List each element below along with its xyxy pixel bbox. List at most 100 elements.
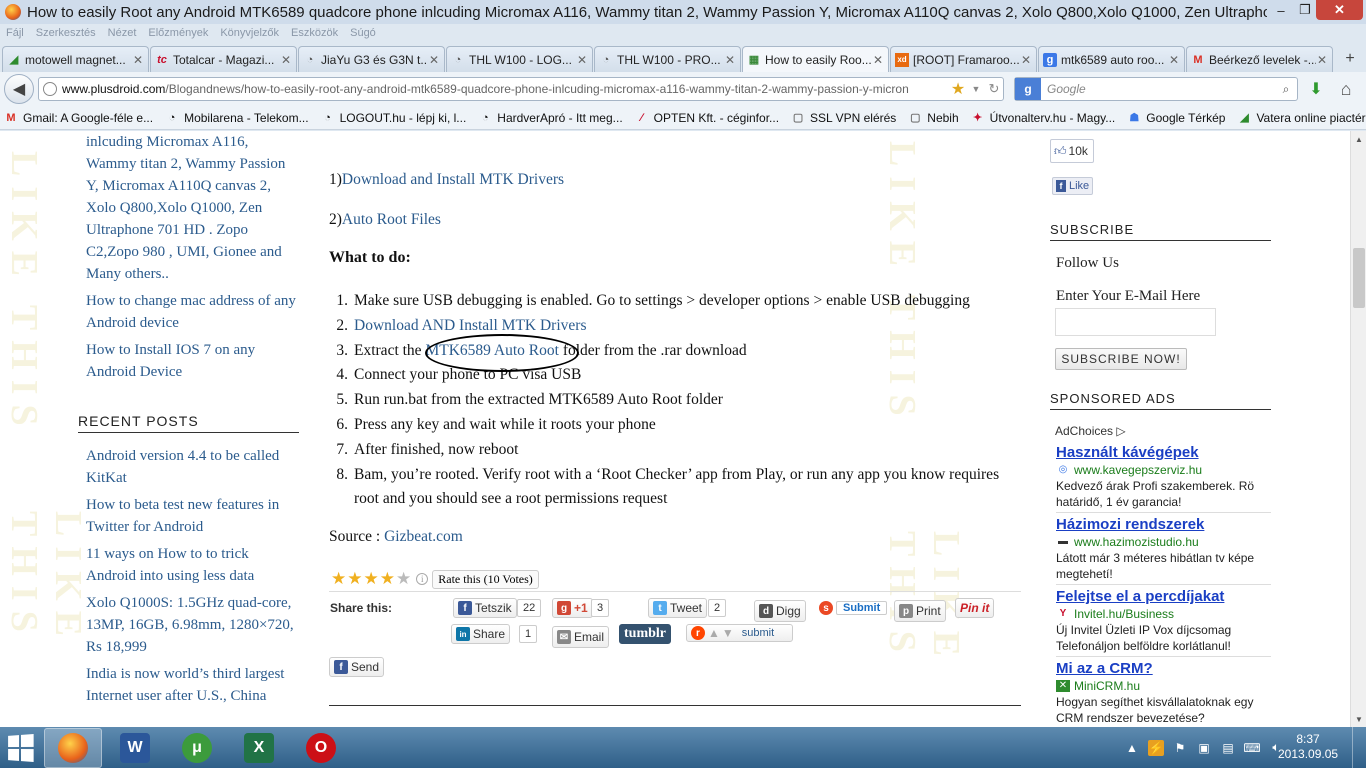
close-tab-icon[interactable]: ✕ bbox=[132, 53, 144, 67]
close-tab-icon[interactable]: ✕ bbox=[428, 53, 440, 67]
clock[interactable]: 8:37 2013.09.05 bbox=[1278, 732, 1338, 762]
tumblr-button[interactable]: tumblr bbox=[619, 624, 671, 644]
menu-bookmarks[interactable]: Könyvjelzők bbox=[220, 27, 279, 39]
post-link[interactable]: inlcuding Micromax A116, Wammy titan 2, … bbox=[86, 131, 301, 285]
tab-totalcar[interactable]: tc Totalcar - Magazi... ✕ bbox=[150, 46, 297, 72]
url-text[interactable]: www.plusdroid.com/Blogandnews/how-to-eas… bbox=[62, 82, 949, 96]
info-icon[interactable]: i bbox=[416, 573, 429, 585]
scroll-down-icon[interactable]: ▼ bbox=[1351, 711, 1366, 727]
close-tab-icon[interactable]: ✕ bbox=[280, 53, 292, 67]
page-scrollbar[interactable]: ▲ ▼ bbox=[1350, 131, 1366, 727]
auto-root-files-link[interactable]: Auto Root Files bbox=[342, 211, 441, 228]
taskbar-firefox[interactable] bbox=[44, 727, 102, 768]
facebook-send-button[interactable]: f Send bbox=[329, 657, 385, 677]
rating-star-icon[interactable]: ★ bbox=[396, 569, 411, 588]
ad-block[interactable]: Mi az a CRM? ✕ MiniCRM.hu Hogyan segíthet… bbox=[1056, 659, 1271, 726]
ad-title[interactable]: Házimozi rendszerek bbox=[1056, 515, 1271, 534]
mtk-drivers-step-link[interactable]: Download AND Install MTK Drivers bbox=[354, 314, 1021, 339]
ad-block[interactable]: Felejtse el a percdíjakat Y Invitel.hu/Bu… bbox=[1056, 587, 1271, 654]
rating-star-icon[interactable]: ★ bbox=[364, 569, 379, 588]
close-tab-icon[interactable]: ✕ bbox=[1020, 53, 1032, 67]
menu-help[interactable]: Súgó bbox=[350, 27, 376, 39]
menu-file[interactable]: Fájl bbox=[6, 27, 24, 39]
tab-framaroot[interactable]: xd [ROOT] Framaroo... ✕ bbox=[890, 46, 1037, 72]
recent-post-link[interactable]: India is now world’s third largest Inter… bbox=[86, 663, 301, 707]
recent-post-link[interactable]: Android version 4.4 to be called KitKat bbox=[86, 445, 301, 489]
url-dropdown-icon[interactable]: ▼ bbox=[967, 84, 985, 94]
adchoices-label[interactable]: AdChoices ▷ bbox=[1055, 424, 1126, 438]
ad-url[interactable]: www.kavegepszerviz.hu bbox=[1074, 462, 1202, 478]
close-tab-icon[interactable]: ✕ bbox=[1168, 53, 1180, 67]
tab-thl-pro[interactable]: ◔ THL W100 - PRO... ✕ bbox=[594, 46, 741, 72]
upvote-icon[interactable]: ▲ bbox=[708, 626, 720, 640]
taskbar-opera[interactable]: O bbox=[292, 728, 350, 768]
bookmark-nebih[interactable]: ▢ Nebih bbox=[908, 111, 959, 125]
action-center-icon[interactable]: ⚑ bbox=[1172, 740, 1188, 756]
menu-history[interactable]: Előzmények bbox=[148, 27, 208, 39]
star-rating[interactable]: ★★★★★ i Rate this (10 Votes) bbox=[331, 569, 539, 589]
gizbeat-source-link[interactable]: Gizbeat.com bbox=[384, 528, 463, 545]
close-tab-icon[interactable]: ✕ bbox=[576, 53, 588, 67]
menu-view[interactable]: Nézet bbox=[108, 27, 137, 39]
google-plus-button[interactable]: g +1 bbox=[552, 598, 593, 618]
bookmark-mobilarena[interactable]: ◔ Mobilarena - Telekom... bbox=[165, 111, 309, 125]
rating-star-icon[interactable]: ★ bbox=[380, 569, 395, 588]
close-tab-icon[interactable]: ✕ bbox=[1316, 53, 1328, 67]
bookmark-google-maps[interactable]: ☗ Google Térkép bbox=[1127, 111, 1225, 125]
tweet-button[interactable]: t Tweet bbox=[648, 598, 708, 618]
mtk-drivers-link[interactable]: Download and Install MTK Drivers bbox=[342, 171, 564, 188]
rating-star-icon[interactable]: ★ bbox=[347, 569, 362, 588]
home-icon[interactable]: ⌂ bbox=[1334, 77, 1358, 101]
ad-url[interactable]: www.hazimozistudio.hu bbox=[1074, 534, 1199, 550]
ad-title[interactable]: Felejtse el a percdíjakat bbox=[1056, 587, 1271, 606]
bookmark-star-icon[interactable]: ★ bbox=[949, 79, 967, 99]
bookmark-ssl-vpn[interactable]: ▢ SSL VPN elérés bbox=[791, 111, 896, 125]
subscribe-now-button[interactable]: SUBSCRIBE NOW! bbox=[1055, 348, 1187, 370]
email-field[interactable] bbox=[1055, 308, 1216, 336]
tab-thl-log[interactable]: ◔ THL W100 - LOG... ✕ bbox=[446, 46, 593, 72]
post-link[interactable]: How to Install IOS 7 on any Android Devi… bbox=[86, 339, 301, 383]
start-button[interactable] bbox=[0, 728, 40, 768]
downvote-icon[interactable]: ▼ bbox=[722, 626, 734, 640]
bookmark-gmail[interactable]: M Gmail: A Google-féle e... bbox=[4, 111, 153, 125]
scroll-up-icon[interactable]: ▲ bbox=[1351, 131, 1366, 147]
close-tab-icon[interactable]: ✕ bbox=[872, 53, 884, 67]
tab-mtk-google[interactable]: g mtk6589 auto roo... ✕ bbox=[1038, 46, 1185, 72]
rating-star-icon[interactable]: ★ bbox=[331, 569, 346, 588]
taskbar-excel[interactable]: X bbox=[230, 728, 288, 768]
show-hidden-icons-icon[interactable]: ▲ bbox=[1124, 740, 1140, 756]
tab-jiayu[interactable]: ◔ JiaYu G3 és G3N t... ✕ bbox=[298, 46, 445, 72]
google-search-engine-icon[interactable]: g bbox=[1015, 78, 1041, 100]
ad-title[interactable]: Használt kávégépek bbox=[1056, 443, 1271, 462]
ad-block[interactable]: Használt kávégépek ◎ www.kavegepszerviz.h… bbox=[1056, 443, 1271, 510]
taskbar-utorrent[interactable]: μ bbox=[168, 728, 226, 768]
pinterest-button[interactable]: Pin it bbox=[955, 598, 995, 618]
rating-stars[interactable]: ★★★★★ bbox=[331, 569, 412, 589]
ad-block[interactable]: Házimozi rendszerek ▬ www.hazimozistudio.… bbox=[1056, 515, 1271, 582]
bookmark-hardverapro[interactable]: ◔ HardverApró - Itt meg... bbox=[478, 111, 623, 125]
reload-icon[interactable]: ↻ bbox=[985, 81, 1003, 97]
reddit-button[interactable]: r ▲ ▼ submit bbox=[686, 624, 794, 642]
facebook-like-button[interactable]: f Tetszik bbox=[453, 598, 517, 618]
taskbar-word[interactable]: W bbox=[106, 728, 164, 768]
tab-how-to-root[interactable]: ▦ How to easily Roo... ✕ bbox=[742, 46, 889, 72]
stumbleupon-button[interactable]: s Submit bbox=[815, 598, 891, 618]
tab-gmail[interactable]: M Beérkező levelek -... ✕ bbox=[1186, 46, 1333, 72]
firefox-icon[interactable] bbox=[5, 4, 21, 20]
recent-post-link[interactable]: 11 ways on How to to trick Android into … bbox=[86, 543, 301, 587]
new-tab-button[interactable]: + bbox=[1340, 46, 1360, 72]
email-button[interactable]: ✉ Email bbox=[552, 626, 610, 648]
ad-url[interactable]: Invitel.hu/Business bbox=[1074, 606, 1174, 622]
digg-button[interactable]: d Digg bbox=[754, 600, 806, 622]
facebook-like-widget-button[interactable]: f Like bbox=[1052, 177, 1094, 195]
print-button[interactable]: p Print bbox=[894, 600, 946, 622]
bookmark-utvonalterv[interactable]: ✦ Útvonalterv.hu - Magy... bbox=[971, 111, 1115, 125]
post-link[interactable]: How to change mac address of any Android… bbox=[86, 290, 301, 334]
ad-title[interactable]: Mi az a CRM? bbox=[1056, 659, 1271, 678]
bookmark-logout[interactable]: ◔ LOGOUT.hu - lépj ki, l... bbox=[321, 111, 466, 125]
search-input[interactable]: Google bbox=[1047, 82, 1275, 96]
bookmark-opten[interactable]: ∕ OPTEN Kft. - céginfor... bbox=[635, 111, 779, 125]
download-icon[interactable]: ⬇ bbox=[1304, 77, 1328, 101]
linkedin-share-button[interactable]: in Share bbox=[451, 624, 511, 644]
tab-motowell[interactable]: ◢ motowell magnet... ✕ bbox=[2, 46, 149, 72]
